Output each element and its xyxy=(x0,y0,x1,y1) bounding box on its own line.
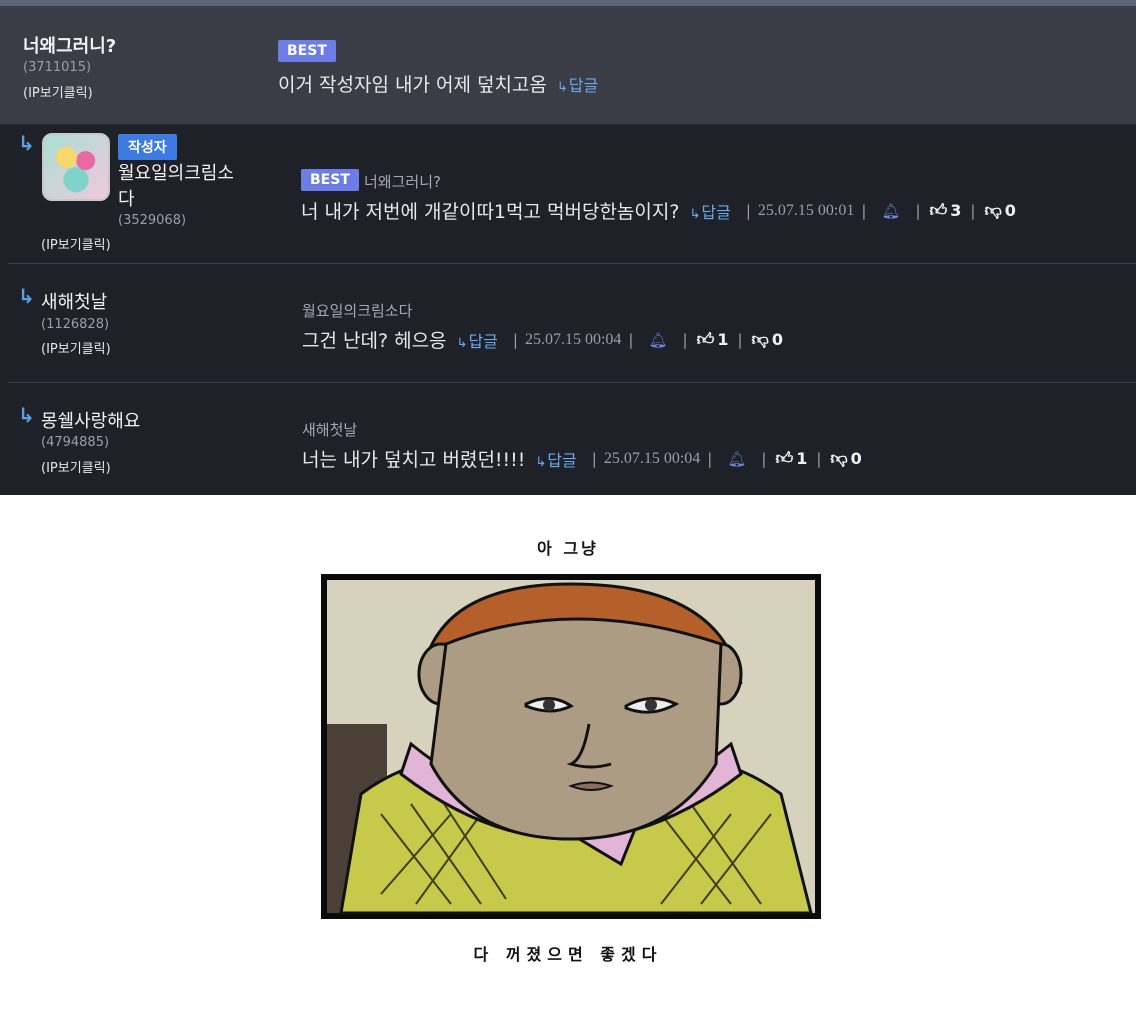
like-count: 3 xyxy=(950,201,962,220)
separator: | xyxy=(970,201,976,220)
comment-text: 너는 내가 덮치고 버렸던!!!! xyxy=(302,449,526,471)
reply-arrow-icon: ↳ xyxy=(689,206,701,222)
reply-arrow-icon: ↳ xyxy=(456,335,468,351)
comment-date: 25.07.15 00:01 xyxy=(757,201,855,219)
separator: | xyxy=(682,330,688,349)
like-count: 1 xyxy=(717,330,729,349)
cartoon-image: 아 그냥 다 꺼졌으면 좋겠다 xyxy=(0,495,1136,1009)
comment-nickname[interactable]: 월요일의크림소 xyxy=(118,159,234,185)
separator: | xyxy=(512,330,518,349)
like-button[interactable]: 👍︎ 3 xyxy=(930,200,962,221)
comment-text: 그건 난데? 헤으응 xyxy=(302,330,447,352)
like-button[interactable]: 👍︎ 1 xyxy=(775,448,807,469)
comment-nickname-wrap[interactable]: 다 xyxy=(118,185,135,211)
comment-content: 너 내가 저번에 개같이따1먹고 먹버당한놈이지? ↳답글 | 25.07.15… xyxy=(301,197,1018,224)
dislike-button[interactable]: 👎︎ 0 xyxy=(830,448,861,469)
comment-text: 이거 작성자임 내가 어제 덮치고옴 xyxy=(278,74,547,96)
parent-nickname: 너왜그러니? xyxy=(364,173,441,191)
comment-user-id: (4794885) xyxy=(41,435,110,450)
reply-arrow-icon: ↳ xyxy=(556,79,568,95)
thumbs-down-icon: 👎︎ xyxy=(751,330,769,350)
comment-list: 너왜그러니? (3711015) (IP보기클릭) BEST 이거 작성자임 내… xyxy=(0,6,1136,495)
cartoon-illustration xyxy=(327,580,815,915)
separator: | xyxy=(628,330,634,349)
separator: | xyxy=(915,201,921,220)
comment-user-id: (3711015) xyxy=(23,60,92,75)
reply-link[interactable]: ↳답글 xyxy=(535,447,576,471)
dislike-button[interactable]: 👎︎ 0 xyxy=(752,329,783,350)
comment-date: 25.07.15 00:04 xyxy=(524,330,622,348)
cartoon-caption-bottom: 다 꺼졌으면 좋겠다 xyxy=(473,945,663,964)
reply-link[interactable]: ↳답글 xyxy=(689,199,730,223)
ip-view-link[interactable]: (IP보기클릭) xyxy=(41,457,111,476)
reply-link[interactable]: ↳답글 xyxy=(457,328,498,352)
comment-user-id: (3529068) xyxy=(118,213,187,228)
dislike-count: 0 xyxy=(771,330,783,349)
report-bell-icon[interactable]: 🔔︎ xyxy=(648,331,667,349)
separator: | xyxy=(761,449,767,468)
comment-nickname[interactable]: 몽쉘사랑해요 xyxy=(41,407,140,433)
comment-nickname[interactable]: 새해첫날 xyxy=(41,288,107,314)
thumbs-up-icon: 👍︎ xyxy=(929,201,948,221)
separator: | xyxy=(816,449,822,468)
separator: | xyxy=(737,330,743,349)
separator: | xyxy=(591,449,597,468)
comment-row: 너왜그러니? (3711015) (IP보기클릭) BEST 이거 작성자임 내… xyxy=(0,6,1136,125)
author-badge: 작성자 xyxy=(118,134,177,160)
thumbs-up-icon: 👍︎ xyxy=(775,449,794,469)
parent-nickname: 새해첫날 xyxy=(302,421,358,439)
thumbs-down-icon: 👎︎ xyxy=(830,449,848,469)
comment-date: 25.07.15 00:04 xyxy=(603,449,701,467)
reply-label: 답글 xyxy=(468,331,498,351)
comment-row: ↳ 작성자 월요일의크림소 다 (3529068) (IP보기클릭) BEST … xyxy=(8,125,1136,264)
comment-row: ↳ 새해첫날 (1126828) (IP보기클릭) 월요일의크림소다 그건 난데… xyxy=(8,264,1136,383)
report-bell-icon[interactable]: 🔔︎ xyxy=(881,202,900,220)
report-bell-icon[interactable]: 🔔︎ xyxy=(727,450,746,468)
best-badge: BEST xyxy=(278,40,336,62)
cartoon-caption-top: 아 그냥 xyxy=(537,539,599,558)
parent-nickname: 월요일의크림소다 xyxy=(302,302,413,320)
avatar[interactable] xyxy=(42,133,110,201)
ip-view-link[interactable]: (IP보기클릭) xyxy=(41,338,111,357)
reply-label: 답글 xyxy=(568,75,599,95)
dislike-count: 0 xyxy=(1004,201,1016,220)
reply-arrow-icon: ↳ xyxy=(535,454,547,470)
dislike-count: 0 xyxy=(850,449,862,468)
ip-view-link[interactable]: (IP보기클릭) xyxy=(23,82,93,101)
comment-nickname[interactable]: 너왜그러니? xyxy=(23,32,116,58)
reply-indent-arrow-icon: ↳ xyxy=(18,284,35,308)
comment-content: 그건 난데? 헤으응 ↳답글 | 25.07.15 00:04 | 🔔︎ | 👍… xyxy=(302,326,785,353)
reply-link[interactable]: ↳답글 xyxy=(557,72,598,96)
ip-view-link[interactable]: (IP보기클릭) xyxy=(41,234,111,253)
reply-indent-arrow-icon: ↳ xyxy=(18,403,35,427)
comment-content: 너는 내가 덮치고 버렸던!!!! ↳답글 | 25.07.15 00:04 |… xyxy=(302,445,864,472)
comment-user-id: (1126828) xyxy=(41,317,110,332)
like-button[interactable]: 👍︎ 1 xyxy=(697,329,729,350)
reply-indent-arrow-icon: ↳ xyxy=(18,131,35,155)
like-count: 1 xyxy=(796,449,808,468)
reply-label: 답글 xyxy=(547,450,577,470)
best-badge: BEST xyxy=(301,169,359,191)
dislike-button[interactable]: 👎︎ 0 xyxy=(984,200,1015,221)
cartoon-panel xyxy=(321,574,821,919)
thumbs-down-icon: 👎︎ xyxy=(984,201,1002,221)
comment-text: 너 내가 저번에 개같이따1먹고 먹버당한놈이지? xyxy=(301,201,680,223)
separator: | xyxy=(745,201,751,220)
separator: | xyxy=(861,201,867,220)
separator: | xyxy=(707,449,713,468)
thumbs-up-icon: 👍︎ xyxy=(696,330,715,350)
comment-content: 이거 작성자임 내가 어제 덮치고옴 ↳답글 xyxy=(278,70,606,97)
reply-label: 답글 xyxy=(701,202,731,222)
comment-row: ↳ 몽쉘사랑해요 (4794885) (IP보기클릭) 새해첫날 너는 내가 덮… xyxy=(8,383,1136,495)
